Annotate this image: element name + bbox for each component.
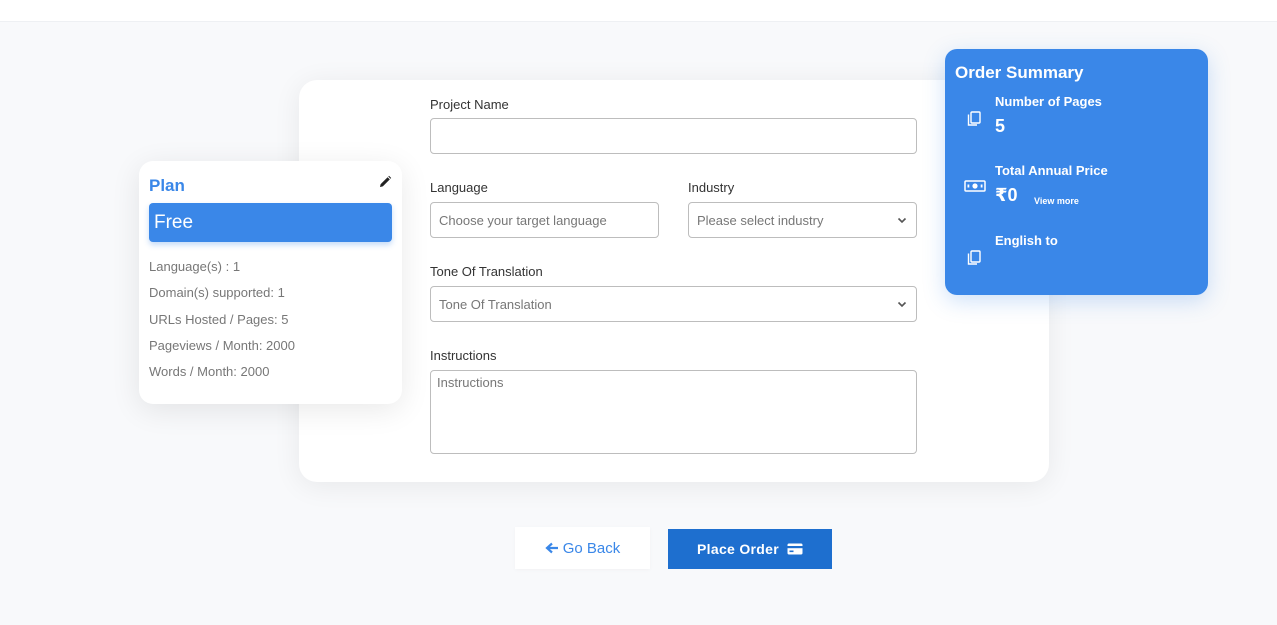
industry-select[interactable]: Please select industry (688, 202, 917, 238)
credit-card-icon (787, 543, 803, 555)
money-icon (964, 180, 986, 192)
plan-feature-item: Pageviews / Month: 2000 (149, 337, 295, 353)
instructions-label: Instructions (430, 348, 497, 363)
total-price-label: Total Annual Price (995, 163, 1108, 178)
number-of-pages-value: 5 (995, 116, 1006, 136)
plan-name-badge: Free (149, 203, 392, 242)
project-form-card: Project Name Language Choose your target… (299, 80, 1049, 482)
language-input[interactable]: Choose your target language (430, 202, 659, 238)
order-summary-card: Order Summary Number of Pages 5 Total An… (945, 49, 1208, 295)
industry-label: Industry (688, 180, 735, 195)
place-order-button[interactable]: Place Order (668, 529, 832, 569)
instructions-textarea[interactable]: Instructions (430, 370, 917, 454)
plan-title: Plan (149, 176, 185, 195)
chevron-down-icon (897, 217, 907, 224)
plan-feature-item: Domain(s) supported: 1 (149, 285, 285, 301)
plan-card: Plan Free Language(s) : 1 Domain(s) supp… (139, 161, 402, 404)
chevron-down-icon (897, 301, 907, 308)
tone-label: Tone Of Translation (430, 264, 543, 279)
total-price-value: ₹0 (995, 185, 1018, 205)
top-bar (0, 0, 1277, 22)
plan-features-list: Language(s) : 1 Domain(s) supported: 1 U… (149, 258, 295, 389)
go-back-label: Go Back (562, 539, 621, 557)
project-name-input[interactable] (430, 118, 917, 154)
pencil-icon[interactable] (378, 175, 392, 189)
plan-feature-item: Words / Month: 2000 (149, 364, 270, 380)
copy-icon (967, 111, 981, 126)
project-name-label: Project Name (430, 97, 509, 112)
tone-placeholder: Tone Of Translation (439, 296, 552, 312)
copy-icon (967, 250, 981, 265)
place-order-label: Place Order (697, 541, 779, 557)
plan-feature-item: URLs Hosted / Pages: 5 (149, 311, 289, 327)
arrow-left-icon (545, 542, 558, 554)
go-back-button[interactable]: Go Back (515, 527, 650, 569)
language-pair-label: English to (995, 233, 1058, 248)
plan-feature-item: Language(s) : 1 (149, 259, 241, 274)
number-of-pages-label: Number of Pages (995, 94, 1102, 109)
language-label: Language (430, 180, 488, 195)
view-more-link[interactable]: View more (1034, 196, 1079, 206)
tone-select[interactable]: Tone Of Translation (430, 286, 917, 322)
instructions-placeholder: Instructions (437, 375, 504, 390)
language-placeholder: Choose your target language (439, 212, 607, 228)
industry-placeholder: Please select industry (697, 212, 824, 228)
order-summary-title: Order Summary (955, 63, 1084, 82)
